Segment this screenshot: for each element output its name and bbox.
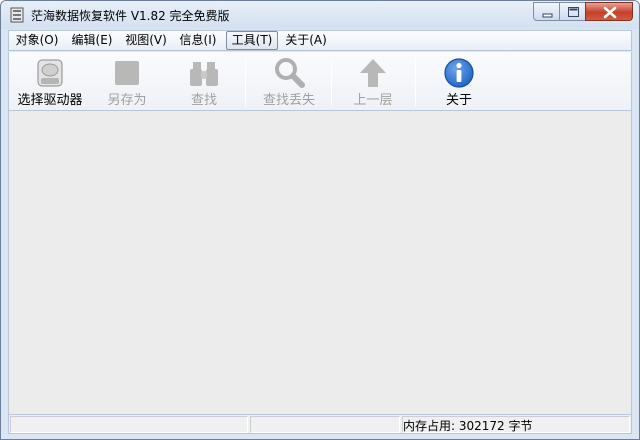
- tool-label: 选择驱动器: [17, 93, 83, 108]
- binoculars-icon: [190, 62, 218, 86]
- menu-edit[interactable]: 编辑(E): [67, 31, 117, 50]
- toolbar-separator: [415, 58, 416, 106]
- close-icon: [603, 6, 617, 19]
- tool-label: 关于: [445, 93, 472, 108]
- tool-label: 另存为: [107, 93, 147, 108]
- close-button[interactable]: [585, 2, 633, 21]
- maximize-icon: [568, 7, 579, 17]
- menu-object[interactable]: 对象(O): [11, 31, 63, 50]
- maximize-button[interactable]: [559, 2, 586, 21]
- status-panel-1: [10, 416, 248, 433]
- up-level-button[interactable]: 上一层: [341, 52, 405, 110]
- toolbar-separator: [331, 58, 332, 106]
- toolbar-separator: [245, 58, 246, 106]
- menu-bar: 对象(O) 编辑(E) 视图(V) 信息(I) 工具(T) 关于(A): [8, 30, 632, 51]
- up-arrow-icon: [360, 59, 386, 87]
- menu-about[interactable]: 关于(A): [280, 31, 332, 50]
- find-lost-button[interactable]: 查找丢失: [253, 52, 325, 110]
- select-drive-button[interactable]: 选择驱动器: [11, 52, 89, 110]
- status-panel-2: [250, 416, 400, 433]
- memory-usage-text: 内存占用: 302172 字节: [403, 419, 533, 433]
- menu-tools[interactable]: 工具(T): [226, 31, 278, 50]
- status-bar: 内存占用: 302172 字节: [8, 414, 632, 434]
- info-icon: [444, 58, 474, 88]
- save-as-button[interactable]: 另存为: [95, 52, 159, 110]
- menu-view[interactable]: 视图(V): [120, 31, 172, 50]
- toolbar: 选择驱动器 另存为 查找 查找丢失 上一层 关于: [8, 52, 632, 111]
- app-window: 茫海数据恢复软件 V1.82 完全免费版 对象(O) 编辑(E) 视图(V) 信…: [0, 0, 640, 440]
- main-content-area[interactable]: [8, 111, 632, 414]
- menu-info[interactable]: 信息(I): [175, 31, 221, 50]
- tool-label: 上一层: [353, 93, 393, 108]
- drive-icon: [37, 59, 63, 87]
- about-button[interactable]: 关于: [429, 52, 489, 110]
- save-icon: [115, 61, 139, 85]
- tool-label: 查找: [190, 93, 217, 108]
- app-icon: [10, 7, 24, 23]
- find-button[interactable]: 查找: [171, 52, 237, 110]
- magnifier-icon: [275, 58, 305, 88]
- minimize-button[interactable]: [533, 2, 560, 21]
- tool-label: 查找丢失: [262, 93, 315, 108]
- title-bar[interactable]: 茫海数据恢复软件 V1.82 完全免费版: [1, 1, 639, 29]
- minimize-icon: [542, 13, 553, 18]
- window-title: 茫海数据恢复软件 V1.82 完全免费版: [31, 9, 230, 23]
